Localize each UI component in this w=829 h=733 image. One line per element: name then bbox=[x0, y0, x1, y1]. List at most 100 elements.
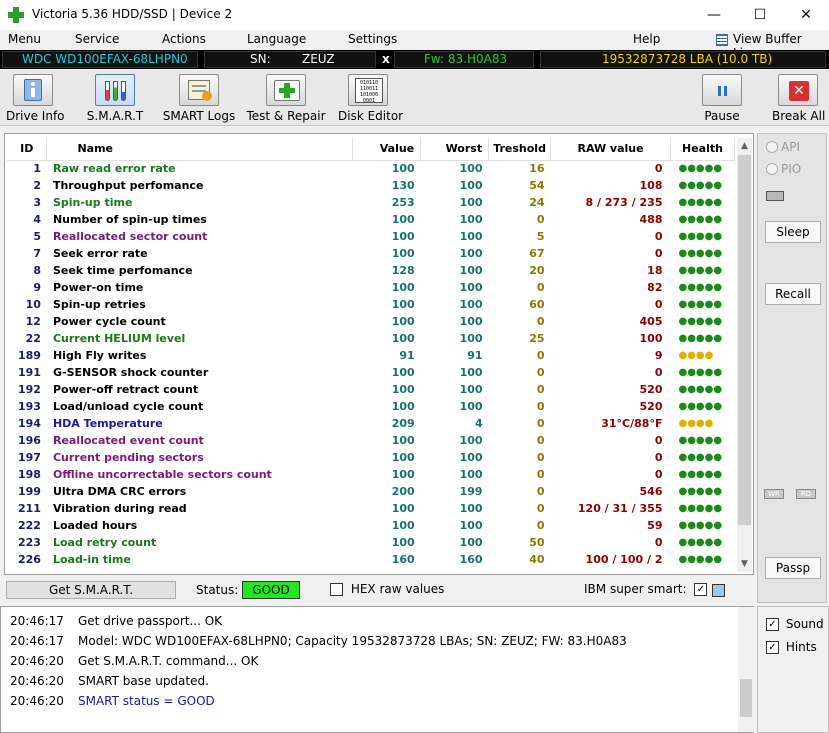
wr-indicator: WR bbox=[764, 489, 784, 499]
row-raw: 100 / 100 / 2 bbox=[585, 553, 663, 566]
ibm-super-smart-checkbox[interactable]: ✓ bbox=[694, 583, 708, 596]
header-health[interactable]: Health bbox=[670, 138, 736, 161]
header-value[interactable]: Value bbox=[352, 138, 422, 161]
sn-clear-x[interactable]: x bbox=[382, 52, 390, 66]
hex-raw-toggle[interactable]: HEX raw values bbox=[330, 582, 444, 596]
table-row[interactable]: 193 Load/unload cycle count 100 100 0 520 ●●●●… bbox=[7, 398, 735, 415]
row-raw: 546 bbox=[639, 485, 663, 498]
row-raw: 0 bbox=[654, 468, 663, 481]
header-name[interactable]: Name bbox=[46, 138, 354, 161]
row-health: ●●●●● bbox=[678, 231, 723, 242]
table-row[interactable]: 196 Reallocated event count 100 100 0 0 ●●●●● bbox=[7, 432, 735, 449]
row-raw: 0 bbox=[654, 230, 663, 243]
smart-logs-button[interactable]: SMART Logs bbox=[162, 74, 236, 123]
table-row[interactable]: 2 Throughput perfomance 130 100 54 108 ●●●●● bbox=[7, 177, 735, 194]
log-line: 20:46:20 Get S.M.A.R.T. command... OK bbox=[10, 654, 258, 668]
table-row[interactable]: 211 Vibration during read 100 100 0 120 / 31 … bbox=[7, 500, 735, 517]
table-row[interactable]: 222 Loaded hours 100 100 0 59 ●●●●● bbox=[7, 517, 735, 534]
sleep-button[interactable]: Sleep bbox=[765, 221, 821, 243]
row-value: 100 bbox=[391, 383, 415, 396]
table-row[interactable]: 192 Power-off retract count 100 100 0 520 ●●●●… bbox=[7, 381, 735, 398]
table-row[interactable]: 189 High Fly writes 91 91 0 9 ●●●● bbox=[7, 347, 735, 364]
table-row[interactable]: 9 Power-on time 100 100 0 82 ●●●●● bbox=[7, 279, 735, 296]
table-row[interactable]: 12 Power cycle count 100 100 0 405 ●●●●● bbox=[7, 313, 735, 330]
row-health: ●●●●● bbox=[678, 520, 723, 531]
sound-label: Sound bbox=[785, 617, 824, 631]
row-value: 253 bbox=[391, 196, 415, 209]
log-scrollbar[interactable] bbox=[738, 607, 754, 732]
row-worst: 100 bbox=[459, 451, 483, 464]
drive-info-button[interactable]: Drive Info bbox=[6, 74, 65, 123]
table-row[interactable]: 226 Load-in time 160 160 40 100 / 100 / 2 ●●●●… bbox=[7, 551, 735, 568]
sound-toggle[interactable]: ✓ Sound bbox=[766, 617, 824, 631]
table-row[interactable]: 198 Offline uncorrectable sectors count 10… bbox=[7, 466, 735, 483]
ibm-super-smart-toggle[interactable]: IBM super smart: ✓ bbox=[584, 582, 708, 596]
menu-item-actions[interactable]: Actions bbox=[162, 32, 206, 46]
hints-toggle[interactable]: ✓ Hints bbox=[766, 640, 817, 654]
row-raw: 0 bbox=[654, 536, 663, 549]
table-row[interactable]: 191 G-SENSOR shock counter 100 100 0 0 ●●●●● bbox=[7, 364, 735, 381]
menu-item-language[interactable]: Language bbox=[247, 32, 306, 46]
hints-checkbox[interactable]: ✓ bbox=[766, 641, 779, 654]
table-row[interactable]: 4 Number of spin-up times 100 100 0 488 ●●●●● bbox=[7, 211, 735, 228]
passport-button[interactable]: Passp bbox=[765, 557, 821, 579]
table-row[interactable]: 3 Spin-up time 253 100 24 8 / 273 / 235 ●●●●● bbox=[7, 194, 735, 211]
hex-raw-checkbox[interactable] bbox=[330, 583, 343, 596]
maximize-button[interactable]: ☐ bbox=[737, 0, 783, 30]
row-id: 10 bbox=[25, 298, 41, 311]
table-row[interactable]: 10 Spin-up retries 100 100 60 0 ●●●●● bbox=[7, 296, 735, 313]
table-row[interactable]: 7 Seek error rate 100 100 67 0 ●●●●● bbox=[7, 245, 735, 262]
header-worst[interactable]: Worst bbox=[420, 138, 490, 161]
row-threshold: 0 bbox=[536, 349, 545, 362]
scroll-thumb[interactable] bbox=[738, 155, 751, 525]
pause-button[interactable]: Pause bbox=[700, 74, 744, 123]
row-value: 91 bbox=[399, 349, 415, 362]
row-threshold: 40 bbox=[529, 553, 545, 566]
table-row[interactable]: 5 Reallocated sector count 100 100 5 0 ●●●●● bbox=[7, 228, 735, 245]
recall-button[interactable]: Recall bbox=[765, 283, 821, 305]
menu-item-help[interactable]: Help bbox=[633, 32, 660, 46]
sn-cell bbox=[204, 51, 376, 68]
table-row[interactable]: 197 Current pending sectors 100 100 0 0 ●●●●● bbox=[7, 449, 735, 466]
row-raw: 0 bbox=[654, 366, 663, 379]
row-id: 8 bbox=[33, 264, 41, 277]
row-value: 100 bbox=[391, 502, 415, 515]
log-scroll-thumb[interactable] bbox=[740, 679, 752, 717]
scroll-down-arrow-icon[interactable]: ▼ bbox=[737, 556, 752, 572]
table-scrollbar[interactable]: ▲ ▼ bbox=[737, 138, 752, 572]
menu-item-service[interactable]: Service bbox=[75, 32, 119, 46]
row-raw: 488 bbox=[639, 213, 663, 226]
row-id: 3 bbox=[33, 196, 41, 209]
row-value: 100 bbox=[391, 315, 415, 328]
right-panel: API PIO Sleep Recall WR RD Passp bbox=[757, 133, 827, 603]
row-name: Reallocated event count bbox=[52, 434, 204, 447]
header-threshold[interactable]: Treshold bbox=[488, 138, 552, 161]
table-row[interactable]: 199 Ultra DMA CRC errors 200 199 0 546 ●●●●● bbox=[7, 483, 735, 500]
close-button[interactable]: ✕ bbox=[783, 0, 829, 30]
table-row[interactable]: 22 Current HELIUM level 100 100 25 100 ●●●●● bbox=[7, 330, 735, 347]
api-radio[interactable]: API bbox=[766, 140, 800, 154]
table-row[interactable]: 8 Seek time perfomance 128 100 20 18 ●●●●● bbox=[7, 262, 735, 279]
break-all-button[interactable]: ✕ Break All bbox=[772, 74, 825, 123]
pio-radio[interactable]: PIO bbox=[766, 162, 801, 176]
sound-checkbox[interactable]: ✓ bbox=[766, 618, 779, 631]
menu-item-menu[interactable]: Menu bbox=[8, 32, 41, 46]
test-repair-button[interactable]: Test & Repair bbox=[246, 74, 326, 123]
port-indicator bbox=[766, 191, 784, 201]
color-indicator[interactable] bbox=[712, 584, 725, 597]
get-smart-button[interactable]: Get S.M.A.R.T. bbox=[6, 581, 176, 599]
menu-item-settings[interactable]: Settings bbox=[348, 32, 397, 46]
header-raw[interactable]: RAW value bbox=[550, 138, 671, 161]
table-row[interactable]: 223 Load retry count 100 100 50 0 ●●●●● bbox=[7, 534, 735, 551]
row-worst: 100 bbox=[459, 247, 483, 260]
minimize-button[interactable]: — bbox=[691, 0, 737, 30]
disk-editor-button[interactable]: 010110 110011 101000 0001 Disk Editor bbox=[338, 74, 403, 123]
header-id[interactable]: ID bbox=[7, 138, 48, 161]
table-row[interactable]: 1 Raw read error rate 100 100 16 0 ●●●●● bbox=[7, 160, 735, 177]
device-model: WDC WD100EFAX-68LHPN0 bbox=[22, 52, 188, 66]
smart-button[interactable]: S.M.A.R.T bbox=[84, 74, 146, 123]
scroll-up-arrow-icon[interactable]: ▲ bbox=[737, 138, 752, 154]
api-label: API bbox=[781, 140, 800, 154]
table-row[interactable]: 194 HDA Temperature 209 4 0 31°C/88°F ●●●● bbox=[7, 415, 735, 432]
smart-logs-label: SMART Logs bbox=[162, 109, 236, 123]
